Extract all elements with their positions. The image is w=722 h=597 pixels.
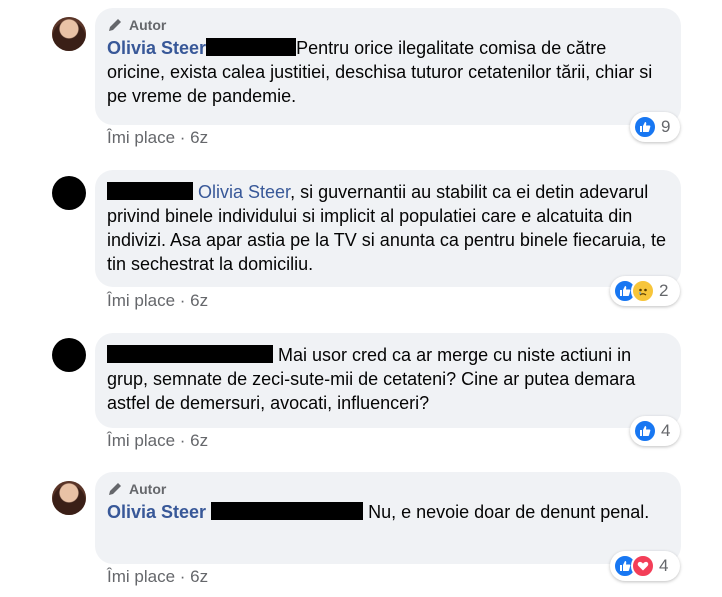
sad-face-icon [631, 279, 655, 303]
author-name[interactable]: Olivia Steer [107, 502, 206, 522]
mention-link[interactable]: Olivia Steer [198, 182, 290, 202]
meta-separator: · [179, 128, 186, 147]
redacted-block [107, 345, 273, 363]
reaction-summary[interactable]: 4 [610, 551, 680, 581]
avatar[interactable] [52, 481, 86, 515]
avatar[interactable] [52, 176, 86, 210]
comment-text: Olivia Steer, si guvernantii au stabilit… [107, 180, 669, 276]
comment-meta: Îmi place · 6z [107, 291, 208, 311]
like-link[interactable]: Îmi place [107, 431, 175, 450]
pencil-icon [109, 19, 121, 31]
reaction-summary[interactable]: 4 [630, 416, 680, 446]
timestamp[interactable]: 6z [190, 128, 208, 147]
heart-icon [631, 554, 655, 578]
timestamp[interactable]: 6z [190, 431, 208, 450]
comment-text: Olivia Steer Pentru orice ilegalitate com… [107, 36, 669, 108]
redacted-block [211, 502, 364, 520]
pencil-icon [109, 483, 121, 495]
comment-bubble: Olivia Steer, si guvernantii au stabilit… [95, 170, 681, 287]
comment-body: Nu, e nevoie doar de denunt penal. [368, 502, 650, 522]
timestamp[interactable]: 6z [190, 291, 208, 310]
thumbs-up-icon [633, 115, 657, 139]
reaction-count: 4 [661, 421, 671, 440]
author-badge: Autor [107, 16, 669, 34]
like-link[interactable]: Îmi place [107, 128, 175, 147]
author-badge: Autor [107, 480, 669, 498]
meta-separator: · [179, 567, 186, 586]
author-name[interactable]: Olivia Steer [107, 38, 206, 58]
comment-bubble: Autor Olivia Steer Nu, e nevoie doar de … [95, 472, 681, 564]
comment-meta: Îmi place · 6z [107, 128, 208, 148]
like-link[interactable]: Îmi place [107, 291, 175, 310]
reaction-summary[interactable]: 2 [610, 276, 680, 306]
meta-separator: · [179, 291, 186, 310]
thumbs-up-icon [633, 419, 657, 443]
timestamp[interactable]: 6z [190, 567, 208, 586]
like-link[interactable]: Îmi place [107, 567, 175, 586]
redacted-block [206, 38, 297, 56]
meta-separator: · [179, 431, 186, 450]
reaction-count: 9 [661, 117, 671, 136]
comment-bubble: Autor Olivia Steer Pentru orice ilegalita… [95, 8, 681, 125]
reaction-summary[interactable]: 9 [630, 112, 680, 142]
avatar[interactable] [52, 338, 86, 372]
reaction-count: 2 [659, 281, 669, 300]
comment-meta: Îmi place · 6z [107, 431, 208, 451]
redacted-block [107, 182, 193, 200]
comment-text: Mai usor cred ca ar merge cu niste actiu… [107, 343, 669, 415]
comment-text: Olivia Steer Nu, e nevoie doar de denunt… [107, 500, 669, 524]
comment-bubble: Mai usor cred ca ar merge cu niste actiu… [95, 333, 681, 428]
reaction-count: 4 [659, 556, 669, 575]
avatar[interactable] [52, 17, 86, 51]
comment-meta: Îmi place · 6z [107, 567, 208, 587]
